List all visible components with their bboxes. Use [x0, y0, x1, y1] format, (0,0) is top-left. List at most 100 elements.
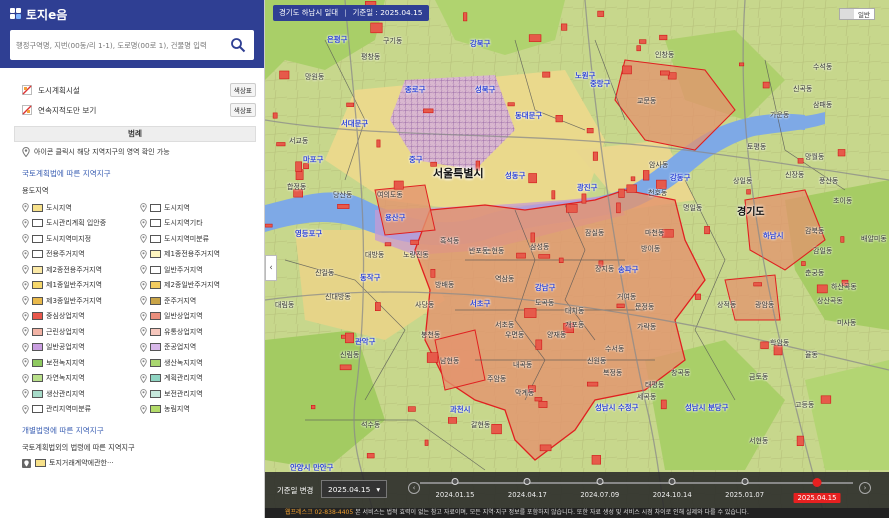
- pin-icon[interactable]: [140, 234, 147, 244]
- zone-parcel[interactable]: [586, 128, 594, 134]
- pin-icon[interactable]: [140, 249, 147, 259]
- zone-parcel[interactable]: [534, 397, 543, 402]
- zone-parcel[interactable]: [762, 81, 770, 89]
- timeline-tick[interactable]: 2024.10.14: [653, 478, 692, 499]
- zone-parcel[interactable]: [622, 65, 632, 75]
- legend-item-zone[interactable]: 농림지역: [140, 402, 258, 418]
- zone-parcel[interactable]: [796, 435, 804, 447]
- timeline-dot[interactable]: [596, 478, 604, 485]
- zone-parcel[interactable]: [591, 455, 601, 465]
- zone-parcel[interactable]: [746, 189, 751, 195]
- legend-item-zone[interactable]: 일반상업지역: [140, 309, 258, 325]
- zone-parcel[interactable]: [366, 453, 375, 459]
- timeline-dot[interactable]: [668, 478, 676, 485]
- pin-icon[interactable]: [22, 311, 29, 321]
- zone-parcel[interactable]: [738, 62, 745, 67]
- zone-parcel[interactable]: [516, 252, 526, 259]
- zone-parcel[interactable]: [561, 23, 568, 31]
- pin-icon[interactable]: [22, 389, 29, 399]
- legend-item-zone[interactable]: 도시관리계획 입안중: [22, 216, 140, 232]
- legend-item-zone[interactable]: 생산녹지지역: [140, 355, 258, 371]
- zone-parcel[interactable]: [659, 70, 670, 76]
- zone-parcel[interactable]: [448, 417, 458, 424]
- app-logo[interactable]: 토지e음: [10, 6, 254, 22]
- legend-item-zone[interactable]: 준주거지역: [140, 293, 258, 309]
- zone-parcel[interactable]: [565, 203, 578, 213]
- zone-parcel[interactable]: [424, 439, 429, 446]
- date-select[interactable]: 2025.04.15 ▾: [321, 480, 388, 498]
- timeline-next-button[interactable]: ›: [859, 482, 871, 494]
- legend-item-zone[interactable]: 중심상업지역: [22, 309, 140, 325]
- zone-parcel[interactable]: [704, 226, 710, 235]
- zone-parcel[interactable]: [524, 308, 537, 318]
- section-title-national[interactable]: 국토계획법에 따른 지역지구: [0, 168, 264, 180]
- zone-parcel[interactable]: [616, 303, 625, 309]
- layer-row-cadastral[interactable]: 연속지적도만 보기 색상표: [0, 100, 264, 120]
- pin-icon[interactable]: [22, 249, 29, 259]
- timeline-dot[interactable]: [451, 478, 459, 485]
- pin-icon[interactable]: [22, 234, 29, 244]
- legend-item-zone[interactable]: 전용주거지역: [22, 247, 140, 263]
- pin-icon[interactable]: [22, 373, 29, 383]
- pin-icon[interactable]: [140, 327, 147, 337]
- zone-parcel[interactable]: [837, 149, 846, 157]
- legend-item-zone[interactable]: 제1종일반주거지역: [22, 278, 140, 294]
- legend-item-zone[interactable]: 자연녹지지역: [22, 371, 140, 387]
- zone-parcel[interactable]: [618, 188, 625, 198]
- legend-item-zone[interactable]: 제1종전용주거지역: [140, 247, 258, 263]
- layer-row-facilities[interactable]: 도시계획시설 색상표: [0, 80, 264, 100]
- zone-parcel[interactable]: [636, 45, 641, 52]
- zone-parcel[interactable]: [528, 173, 537, 184]
- zone-parcel[interactable]: [660, 399, 667, 410]
- legend-item-zone[interactable]: 도시지역: [22, 200, 140, 216]
- zone-parcel[interactable]: [507, 102, 515, 107]
- zone-parcel[interactable]: [816, 284, 828, 294]
- zone-parcel[interactable]: [616, 202, 621, 214]
- toggle-knob[interactable]: [840, 9, 855, 19]
- zone-parcel[interactable]: [538, 400, 548, 408]
- zone-parcel[interactable]: [310, 404, 316, 410]
- legend-item-zone[interactable]: 일반주거지역: [140, 262, 258, 278]
- pin-icon[interactable]: [22, 265, 29, 275]
- zone-parcel[interactable]: [295, 161, 303, 172]
- zone-parcel[interactable]: [276, 142, 286, 147]
- timeline-tick[interactable]: 2025.04.15: [793, 478, 841, 503]
- pin-icon[interactable]: [140, 218, 147, 228]
- legend-item-zone[interactable]: 보전녹지지역: [22, 355, 140, 371]
- zone-parcel[interactable]: [376, 139, 381, 148]
- legend-item-zone[interactable]: 도시지역기타: [140, 216, 258, 232]
- timeline-prev-button[interactable]: ‹: [408, 482, 420, 494]
- zone-parcel[interactable]: [694, 293, 701, 300]
- zone-parcel[interactable]: [592, 151, 598, 161]
- legend-item-zone[interactable]: 제3종일반주거지역: [22, 293, 140, 309]
- zone-parcel[interactable]: [760, 341, 769, 349]
- pin-icon[interactable]: [140, 311, 147, 321]
- pin-icon[interactable]: [140, 265, 147, 275]
- legend-item-zone[interactable]: 일반공업지역: [22, 340, 140, 356]
- timeline-tick[interactable]: 2024.01.15: [436, 478, 474, 499]
- zone-parcel[interactable]: [659, 34, 668, 41]
- timeline-dot[interactable]: [812, 478, 822, 487]
- zone-parcel[interactable]: [626, 184, 637, 193]
- timeline-tick[interactable]: 2024.07.09: [580, 478, 619, 499]
- zone-parcel[interactable]: [410, 239, 420, 245]
- pin-icon[interactable]: [22, 218, 29, 228]
- timeline-dot[interactable]: [523, 478, 531, 485]
- zone-parcel[interactable]: [423, 108, 434, 114]
- map-view[interactable]: 서울특별시 경기도 은평구 종로구 성북구 강북구 노원구 서대문구 동대문구 중랑구 마포구 중…: [265, 0, 889, 518]
- zone-parcel[interactable]: [530, 232, 535, 243]
- color-table-button[interactable]: 색상표: [229, 103, 256, 117]
- pin-icon[interactable]: [140, 203, 147, 213]
- basemap-toggle[interactable]: 일반: [839, 8, 875, 20]
- search-input[interactable]: [16, 40, 228, 50]
- legend-item-zone[interactable]: 관리지역미분류: [22, 402, 140, 418]
- zone-parcel[interactable]: [491, 423, 502, 435]
- legend-item-zone[interactable]: 제2종일반주거지역: [140, 278, 258, 294]
- sidebar-collapse-button[interactable]: ‹: [265, 255, 277, 281]
- zone-parcel[interactable]: [753, 282, 762, 287]
- zone-parcel[interactable]: [393, 180, 404, 190]
- legend-item-zone[interactable]: 보전관리지역: [140, 386, 258, 402]
- zone-parcel[interactable]: [555, 115, 563, 123]
- pin-icon[interactable]: [22, 327, 29, 337]
- zone-parcel[interactable]: [337, 204, 350, 209]
